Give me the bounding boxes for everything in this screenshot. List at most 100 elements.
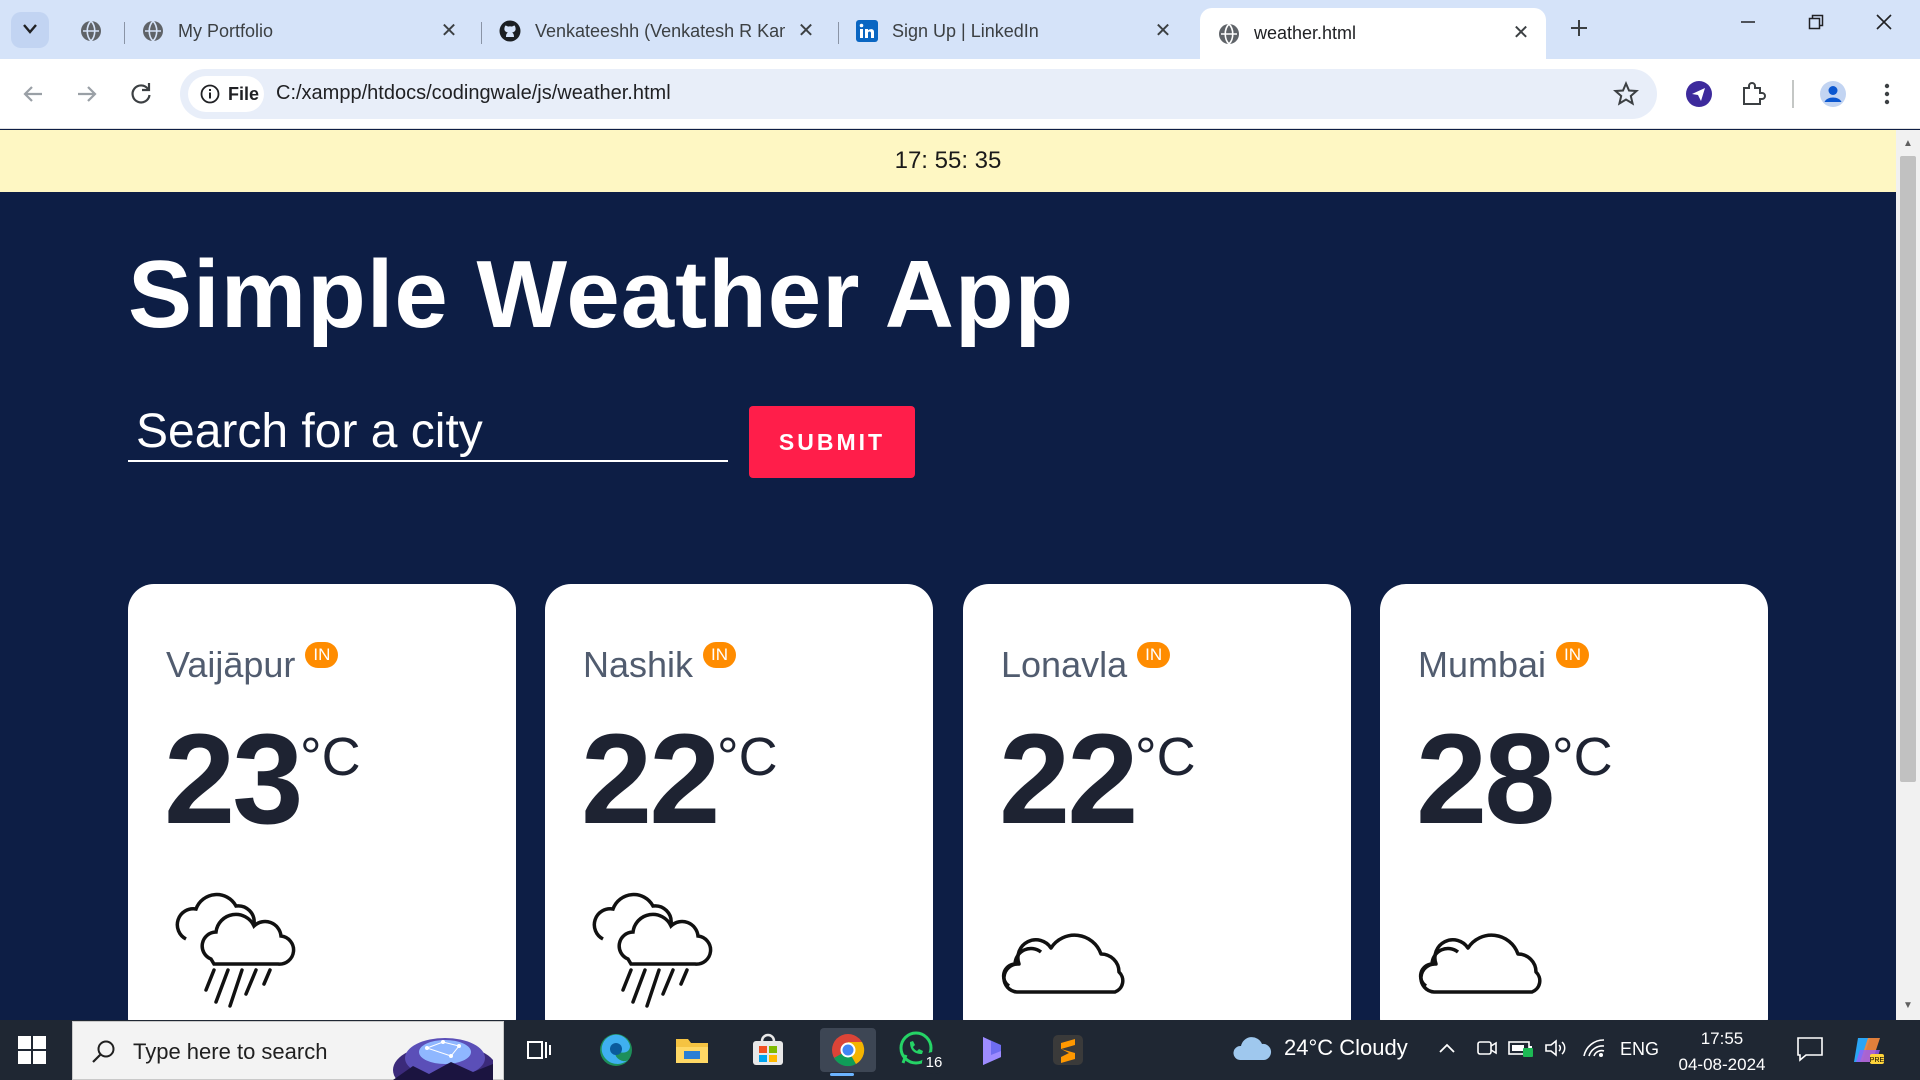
close-icon[interactable]: ✕ (438, 20, 460, 42)
tab-linkedin[interactable]: Sign Up | LinkedIn ✕ (838, 11, 1188, 51)
scroll-up-icon[interactable]: ▲ (1902, 138, 1914, 150)
plus-icon (1571, 20, 1587, 36)
notifications-button[interactable] (1796, 1036, 1824, 1067)
folder-icon (676, 1039, 708, 1063)
temperature-value: 22 (999, 708, 1138, 851)
volume-tray-icon[interactable] (1544, 1038, 1568, 1063)
globe-icon (80, 20, 102, 42)
extension-icon[interactable] (1684, 79, 1714, 109)
back-button[interactable] (18, 79, 48, 109)
city-name-row: Mumbai IN (1418, 642, 1590, 686)
avatar-icon (1820, 81, 1846, 107)
copilot-tray-button[interactable]: PRE (1850, 1032, 1886, 1073)
close-window-button[interactable] (1864, 14, 1904, 44)
page-scrollbar[interactable]: ▲ ▼ (1896, 130, 1920, 1020)
task-view-icon (527, 1041, 551, 1059)
language-indicator[interactable]: ENG (1620, 1039, 1659, 1060)
chevron-up-icon (1439, 1043, 1455, 1053)
rain-cloud-icon (175, 892, 296, 1008)
close-icon[interactable]: ✕ (1510, 22, 1532, 44)
close-icon[interactable]: ✕ (795, 20, 817, 42)
new-tab-button[interactable] (1564, 14, 1594, 44)
city-name-row: Lonavla IN (1001, 642, 1171, 686)
tab-my-portfolio[interactable]: My Portfolio ✕ (124, 11, 474, 51)
chrome-app[interactable] (820, 1028, 876, 1076)
temperature-value: 22 (581, 708, 720, 851)
microsoft-store-app[interactable] (746, 1028, 790, 1072)
kebab-menu-icon (1884, 83, 1890, 105)
tab-weather[interactable]: weather.html ✕ (1200, 8, 1546, 59)
chevron-down-icon (23, 24, 37, 34)
battery-charging-icon (1508, 1041, 1533, 1057)
forward-button[interactable] (72, 79, 102, 109)
site-chip-label: File (228, 83, 260, 104)
restore-icon (1808, 14, 1824, 30)
taskbar-weather-widget[interactable]: 24°C Cloudy (1232, 1034, 1408, 1062)
restore-button[interactable] (1796, 14, 1836, 44)
globe-icon (142, 20, 164, 42)
edge-icon (600, 1034, 632, 1066)
tab-title: weather.html (1254, 23, 1357, 43)
speaker-icon (1545, 1039, 1566, 1057)
tab-title: Sign Up | LinkedIn (892, 20, 1039, 41)
chat-bubble-icon (1797, 1037, 1823, 1062)
taskbar-clock[interactable]: 17:55 04-08-2024 (1662, 1026, 1782, 1078)
reload-button[interactable] (126, 79, 156, 109)
edge-app[interactable] (594, 1028, 638, 1072)
city-name: Vaijāpur (166, 644, 296, 685)
start-button[interactable] (18, 1036, 46, 1069)
browser-toolbar: File C:/xampp/htdocs/codingwale/js/weath… (0, 59, 1920, 129)
submit-button[interactable]: SUBMIT (749, 406, 915, 478)
scrollbar-thumb[interactable] (1900, 156, 1916, 782)
tab-github[interactable]: Venkateeshh (Venkatesh R Kam ✕ (481, 11, 831, 51)
taskbar: Type here to search 16 24°C Cloudy ENG 1… (0, 1020, 1920, 1080)
battery-tray-icon[interactable] (1508, 1038, 1536, 1063)
city-card: Lonavla IN 22 °C (963, 584, 1351, 1020)
meet-now-tray-icon[interactable] (1476, 1038, 1498, 1063)
copilot-app[interactable] (970, 1028, 1014, 1072)
toolbar-divider (1792, 80, 1794, 108)
extensions-button[interactable] (1738, 79, 1768, 109)
profile-button[interactable] (1818, 79, 1848, 109)
taskbar-weather-text: 24°C Cloudy (1284, 1035, 1408, 1060)
chrome-icon (832, 1034, 865, 1067)
sublime-text-app[interactable] (1046, 1028, 1090, 1072)
reload-icon (131, 83, 151, 104)
store-icon (753, 1033, 783, 1065)
minimize-icon (1741, 21, 1755, 23)
tab-title: My Portfolio (178, 20, 274, 41)
file-explorer-app[interactable] (670, 1028, 714, 1072)
url-text[interactable]: C:/xampp/htdocs/codingwale/js/weather.ht… (276, 82, 671, 105)
rain-cloud-icon (592, 892, 713, 1008)
sublime-icon (1053, 1035, 1083, 1065)
whatsapp-app[interactable]: 16 (896, 1028, 946, 1074)
bing-chat-icon (983, 1037, 1001, 1065)
notification-badge: 16 (922, 1052, 946, 1074)
close-icon[interactable]: ✕ (1152, 20, 1174, 42)
wifi-tray-icon[interactable] (1582, 1038, 1606, 1063)
show-hidden-icons-button[interactable] (1438, 1038, 1456, 1059)
github-icon (499, 20, 521, 42)
tab-pinned[interactable] (62, 11, 122, 51)
taskbar-search-box[interactable]: Type here to search (72, 1021, 504, 1080)
city-search-input[interactable] (128, 402, 728, 462)
bookmark-star-icon[interactable] (1613, 81, 1639, 107)
taskbar-time: 17:55 (1700, 1029, 1744, 1048)
temperature-unit: °C (717, 727, 778, 787)
minimize-button[interactable] (1728, 14, 1768, 44)
info-icon (200, 84, 220, 104)
scroll-down-icon[interactable]: ▼ (1902, 1000, 1914, 1012)
cloud-icon (1418, 933, 1542, 994)
country-badge: IN (1556, 642, 1590, 668)
task-view-button[interactable] (518, 1028, 562, 1072)
country-badge: IN (703, 642, 737, 668)
site-info-chip[interactable]: File (188, 76, 264, 112)
browser-menu-button[interactable] (1872, 79, 1902, 109)
tab-search-button[interactable] (11, 12, 49, 48)
city-name: Nashik (583, 644, 694, 685)
arrow-left-icon (23, 86, 42, 102)
city-name-row: Vaijāpur IN (166, 642, 339, 686)
temperature-unit: °C (1552, 727, 1613, 787)
close-icon (1876, 14, 1892, 30)
address-bar[interactable]: File C:/xampp/htdocs/codingwale/js/weath… (180, 69, 1657, 119)
